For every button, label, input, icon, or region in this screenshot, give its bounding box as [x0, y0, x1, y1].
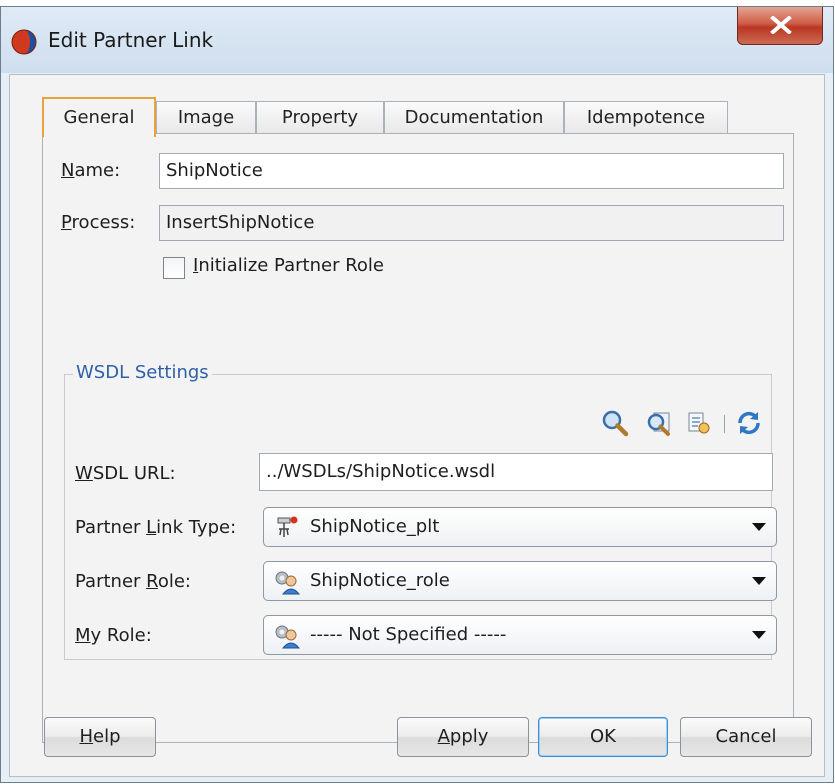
- tab-property[interactable]: Property: [256, 101, 384, 135]
- browse-wsdl-icon[interactable]: [645, 409, 673, 437]
- partner-link-type-dropdown[interactable]: ShipNotice_plt: [263, 507, 777, 547]
- role-icon: [275, 571, 300, 595]
- title-bar[interactable]: Edit Partner Link: [1, 7, 833, 73]
- dialog-body: General Image Property Documentation Ide…: [9, 74, 825, 777]
- name-field[interactable]: ShipNotice: [159, 153, 784, 189]
- partner-link-type-label: Partner Link Type:: [75, 517, 237, 538]
- chevron-down-icon: [752, 631, 766, 639]
- partner-role-label: Partner Role:: [75, 571, 191, 592]
- role-icon: [275, 625, 300, 649]
- my-role-label: My Role:: [75, 625, 152, 646]
- tab-idempotence[interactable]: Idempotence: [564, 101, 728, 135]
- process-label: Process:: [61, 212, 136, 233]
- initialize-partner-role-label[interactable]: Initialize Partner Role: [193, 255, 384, 276]
- chevron-down-icon: [752, 523, 766, 531]
- process-field: InsertShipNotice: [159, 205, 784, 241]
- initialize-partner-role-checkbox[interactable]: [163, 257, 185, 279]
- service-explorer-icon[interactable]: [685, 409, 713, 437]
- toolbar-separator: [724, 415, 725, 433]
- tab-image[interactable]: Image: [156, 101, 256, 135]
- app-icon: [11, 29, 37, 55]
- edit-partner-link-dialog: Edit Partner Link General Image Property…: [0, 6, 834, 783]
- tab-general[interactable]: General: [42, 97, 156, 137]
- my-role-dropdown[interactable]: ----- Not Specified -----: [263, 615, 777, 655]
- wsdl-settings-title: WSDL Settings: [73, 362, 212, 383]
- cancel-button[interactable]: Cancel: [680, 717, 812, 757]
- help-button[interactable]: Help: [44, 717, 156, 757]
- my-role-value: ----- Not Specified -----: [310, 624, 507, 645]
- wsdl-url-field[interactable]: ../WSDLs/ShipNotice.wsdl: [259, 453, 773, 491]
- name-label: Name:: [61, 160, 121, 181]
- search-icon[interactable]: [601, 409, 629, 437]
- refresh-icon[interactable]: [735, 409, 763, 437]
- partner-link-type-value: ShipNotice_plt: [310, 516, 440, 537]
- chevron-down-icon: [752, 577, 766, 585]
- partner-role-dropdown[interactable]: ShipNotice_role: [263, 561, 777, 601]
- partner-role-value: ShipNotice_role: [310, 570, 450, 591]
- partner-link-type-icon: [277, 516, 298, 537]
- wsdl-settings-group: WSDL Settings WSDL URL: ../WSDLs/ShipNot…: [64, 362, 777, 660]
- wsdl-url-label: WSDL URL:: [75, 463, 176, 484]
- ok-button[interactable]: OK: [538, 717, 668, 757]
- general-tab-panel: Name: ShipNotice Process: InsertShipNoti…: [42, 133, 794, 743]
- apply-button[interactable]: Apply: [397, 717, 529, 757]
- close-button[interactable]: [737, 7, 823, 45]
- window-title: Edit Partner Link: [48, 28, 214, 52]
- close-icon: [770, 16, 792, 34]
- tab-documentation[interactable]: Documentation: [384, 101, 564, 135]
